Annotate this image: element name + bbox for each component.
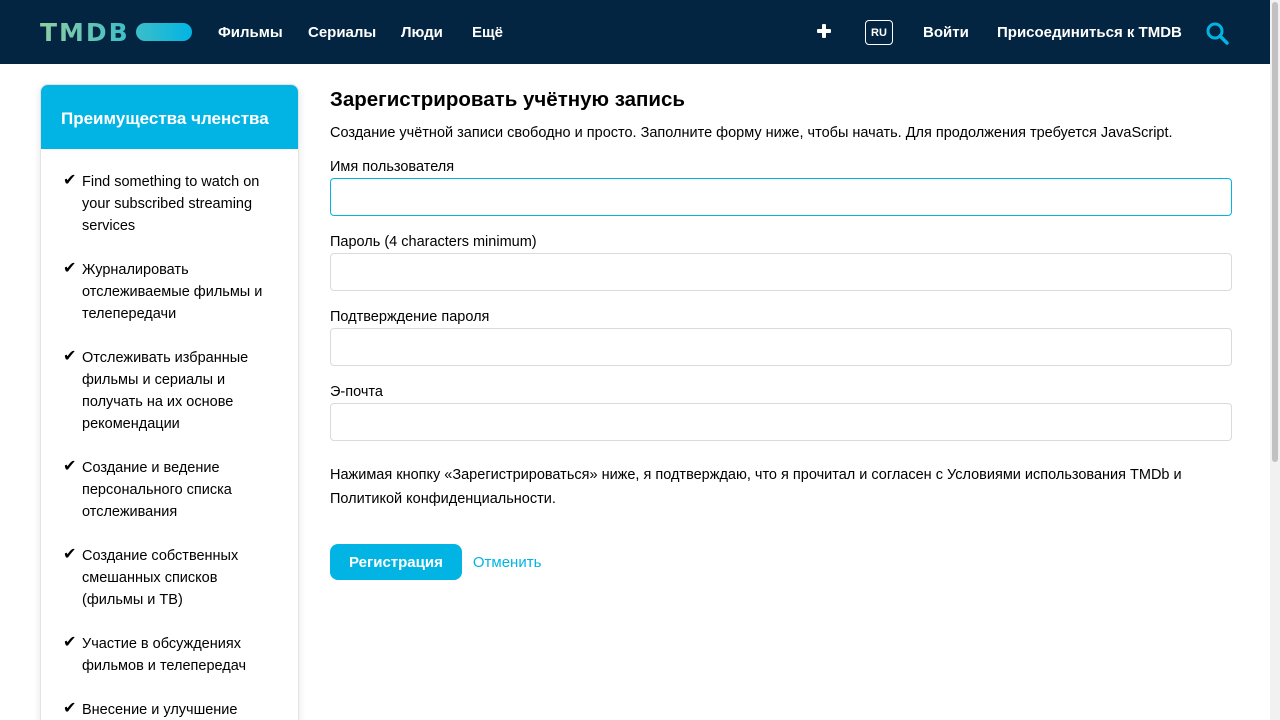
confirm-password-label: Подтверждение пароля	[330, 309, 490, 325]
username-input[interactable]	[330, 178, 1232, 216]
checkmark-icon: ✔	[63, 260, 77, 277]
register-button[interactable]: Регистрация	[330, 544, 462, 580]
benefit-text: Участие в обсуждениях фильмов и телепере…	[82, 636, 247, 674]
benefit-text: Создание и ведение персонального списка …	[82, 460, 232, 520]
logo-text: TMDB	[40, 17, 130, 47]
password-label: Пароль (4 characters minimum)	[330, 234, 537, 250]
benefits-title: Преимущества членства	[41, 85, 298, 149]
benefit-item: ✔ Отслеживать избранные фильмы и сериалы …	[63, 347, 274, 435]
nav-more[interactable]: Ещё	[472, 24, 503, 41]
benefit-item: ✔ Журналировать отслеживаемые фильмы и те…	[63, 259, 274, 325]
checkmark-icon: ✔	[63, 634, 77, 651]
nav-tv-shows[interactable]: Сериалы	[308, 24, 376, 41]
add-new-icon[interactable]	[813, 20, 835, 42]
terms-text: Нажимая кнопку «Зарегистрироваться» ниже…	[330, 467, 1182, 507]
email-label: Э-почта	[330, 384, 383, 400]
language-selector[interactable]: RU	[865, 20, 893, 45]
username-label: Имя пользователя	[330, 159, 455, 175]
search-icon[interactable]	[1205, 21, 1229, 45]
benefits-list: ✔ Find something to watch on your subscri…	[41, 149, 298, 720]
benefit-item: ✔ Участие в обсуждениях фильмов и телепер…	[63, 633, 274, 677]
join-tmdb-link[interactable]: Присоединиться к TMDB	[997, 24, 1182, 41]
cancel-link[interactable]: Отменить	[473, 554, 542, 571]
checkmark-icon: ✔	[63, 172, 77, 189]
checkmark-icon: ✔	[63, 348, 77, 365]
page-title: Зарегистрировать учётную запись	[330, 88, 686, 111]
logo-pill-shape	[135, 23, 192, 41]
login-link[interactable]: Войти	[923, 24, 969, 41]
benefit-text: Find something to watch on your subscrib…	[82, 174, 260, 234]
scrollbar-thumb[interactable]	[1272, 2, 1278, 462]
nav-people[interactable]: Люди	[401, 24, 443, 41]
benefit-item: ✔ Find something to watch on your subscri…	[63, 171, 274, 237]
nav-movies[interactable]: Фильмы	[218, 24, 283, 41]
page-scrollbar[interactable]	[1270, 0, 1280, 720]
benefit-item: ✔ Создание собственных смешанных списков …	[63, 545, 274, 611]
top-navigation-bar: TMDB Фильмы Сериалы Люди Ещё RU Войти Пр…	[0, 0, 1270, 64]
benefit-text: Журналировать отслеживаемые фильмы и тел…	[82, 262, 263, 322]
benefit-item: ✔ Создание и ведение персонального списка…	[63, 457, 274, 523]
checkmark-icon: ✔	[63, 546, 77, 563]
benefit-text: Отслеживать избранные фильмы и сериалы и…	[82, 350, 249, 432]
checkmark-icon: ✔	[63, 458, 77, 475]
benefit-text: Создание собственных смешанных списков (…	[82, 548, 239, 608]
confirm-password-input[interactable]	[330, 328, 1232, 366]
intro-text: Создание учётной записи свободно и прост…	[330, 125, 1173, 141]
tmdb-logo[interactable]: TMDB	[40, 17, 192, 47]
benefit-item: ✔ Внесение и улучшение	[63, 699, 274, 720]
email-input[interactable]	[330, 403, 1232, 441]
password-input[interactable]	[330, 253, 1232, 291]
signup-form: Зарегистрировать учётную запись Создание…	[330, 88, 1232, 580]
checkmark-icon: ✔	[63, 700, 77, 717]
membership-benefits-card: Преимущества членства ✔ Find something to…	[40, 84, 299, 720]
benefit-text: Внесение и улучшение	[82, 702, 238, 718]
form-actions: Регистрация Отменить	[330, 544, 1232, 580]
